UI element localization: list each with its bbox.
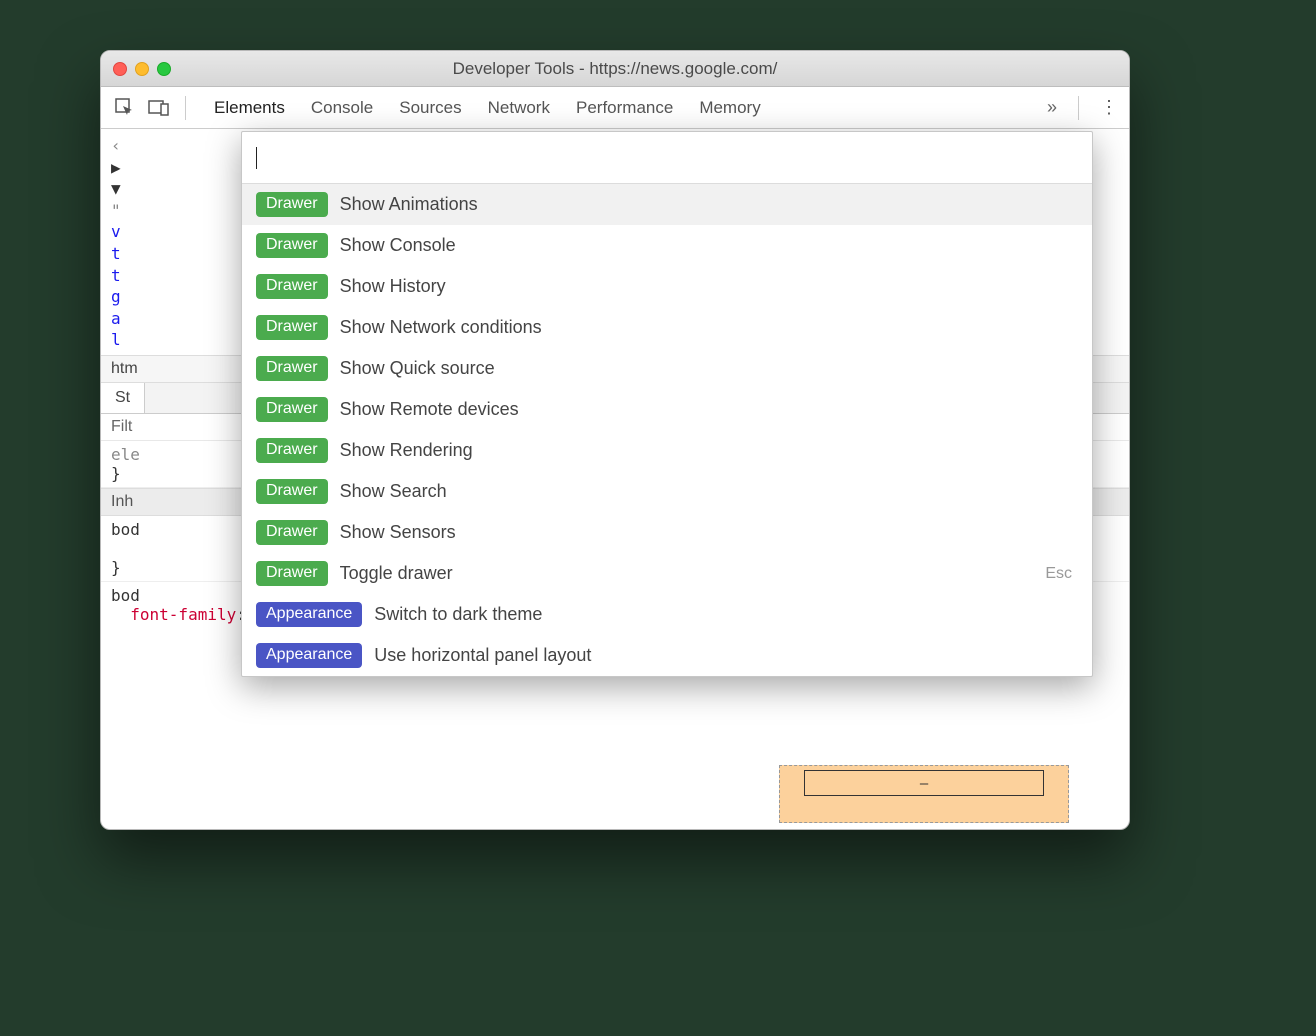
box-model-margin: –	[804, 770, 1044, 796]
tab-memory[interactable]: Memory	[699, 98, 760, 118]
command-menu-input[interactable]	[242, 132, 1092, 184]
command-item-label: Show Console	[340, 235, 456, 256]
drawer-badge: Drawer	[256, 479, 328, 504]
devtools-window: Developer Tools - https://news.google.co…	[100, 50, 1130, 830]
zoom-window-button[interactable]	[157, 62, 171, 76]
tab-elements[interactable]: Elements	[214, 98, 285, 118]
device-toolbar-icon[interactable]	[145, 94, 173, 122]
command-item-label: Show Animations	[340, 194, 478, 215]
devtools-toolbar: Elements Console Sources Network Perform…	[101, 87, 1129, 129]
drawer-badge: Drawer	[256, 397, 328, 422]
command-item-label: Show Quick source	[340, 358, 495, 379]
command-menu-item[interactable]: Drawer Show Sensors	[242, 512, 1092, 553]
drawer-badge: Drawer	[256, 438, 328, 463]
command-item-label: Show Sensors	[340, 522, 456, 543]
command-item-label: Toggle drawer	[340, 563, 453, 584]
css-prop-name: font-family	[130, 605, 236, 624]
overflow-tabs-icon[interactable]: »	[1038, 97, 1066, 118]
appearance-badge: Appearance	[256, 602, 362, 627]
command-menu-item[interactable]: Drawer Show Rendering	[242, 430, 1092, 471]
command-item-label: Show History	[340, 276, 446, 297]
command-item-label: Show Rendering	[340, 440, 473, 461]
close-window-button[interactable]	[113, 62, 127, 76]
rule-selector: ele	[111, 445, 140, 464]
command-item-label: Use horizontal panel layout	[374, 645, 591, 666]
command-item-label: Show Remote devices	[340, 399, 519, 420]
tab-styles[interactable]: St	[101, 383, 145, 413]
panel-tabs: Elements Console Sources Network Perform…	[214, 98, 1032, 118]
drawer-badge: Drawer	[256, 192, 328, 217]
tab-console[interactable]: Console	[311, 98, 373, 118]
command-menu-item[interactable]: Drawer Toggle drawer Esc	[242, 553, 1092, 594]
box-model-dash: –	[920, 775, 928, 792]
command-menu-item[interactable]: Drawer Show History	[242, 266, 1092, 307]
window-title: Developer Tools - https://news.google.co…	[101, 59, 1129, 79]
command-item-shortcut: Esc	[1045, 565, 1072, 583]
toolbar-separator	[185, 96, 186, 120]
box-model-widget[interactable]: –	[779, 765, 1069, 823]
command-menu-item[interactable]: Drawer Show Search	[242, 471, 1092, 512]
rule-selector: bod	[111, 586, 140, 605]
rule-selector: bod	[111, 520, 140, 539]
command-menu-item[interactable]: Drawer Show Network conditions	[242, 307, 1092, 348]
drawer-badge: Drawer	[256, 561, 328, 586]
command-item-label: Show Network conditions	[340, 317, 542, 338]
inspect-element-icon[interactable]	[111, 94, 139, 122]
rule-brace: }	[111, 558, 121, 577]
command-menu-item[interactable]: Appearance Use horizontal panel layout	[242, 635, 1092, 676]
drawer-badge: Drawer	[256, 233, 328, 258]
command-menu: DrawerShow AnimationsDrawerShow ConsoleD…	[241, 131, 1093, 677]
rule-brace: }	[111, 464, 121, 483]
drawer-badge: Drawer	[256, 274, 328, 299]
toolbar-separator	[1078, 96, 1079, 120]
command-menu-list: DrawerShow AnimationsDrawerShow ConsoleD…	[242, 184, 1092, 676]
command-menu-item[interactable]: Drawer Show Console	[242, 225, 1092, 266]
tab-network[interactable]: Network	[488, 98, 550, 118]
minimize-window-button[interactable]	[135, 62, 149, 76]
drawer-badge: Drawer	[256, 356, 328, 381]
command-menu-item[interactable]: Drawer Show Remote devices	[242, 389, 1092, 430]
command-menu-item[interactable]: Drawer Show Quick source	[242, 348, 1092, 389]
window-traffic-lights	[113, 62, 171, 76]
drawer-badge: Drawer	[256, 315, 328, 340]
tab-performance[interactable]: Performance	[576, 98, 673, 118]
appearance-badge: Appearance	[256, 643, 362, 668]
window-titlebar: Developer Tools - https://news.google.co…	[101, 51, 1129, 87]
command-menu-item[interactable]: Appearance Switch to dark theme	[242, 594, 1092, 635]
drawer-badge: Drawer	[256, 520, 328, 545]
text-caret-icon	[256, 147, 257, 169]
command-menu-item[interactable]: Drawer Show Animations	[242, 184, 1092, 225]
settings-kebab-icon[interactable]: ⋮	[1099, 97, 1119, 118]
command-item-label: Show Search	[340, 481, 447, 502]
tab-sources[interactable]: Sources	[399, 98, 461, 118]
command-item-label: Switch to dark theme	[374, 604, 542, 625]
